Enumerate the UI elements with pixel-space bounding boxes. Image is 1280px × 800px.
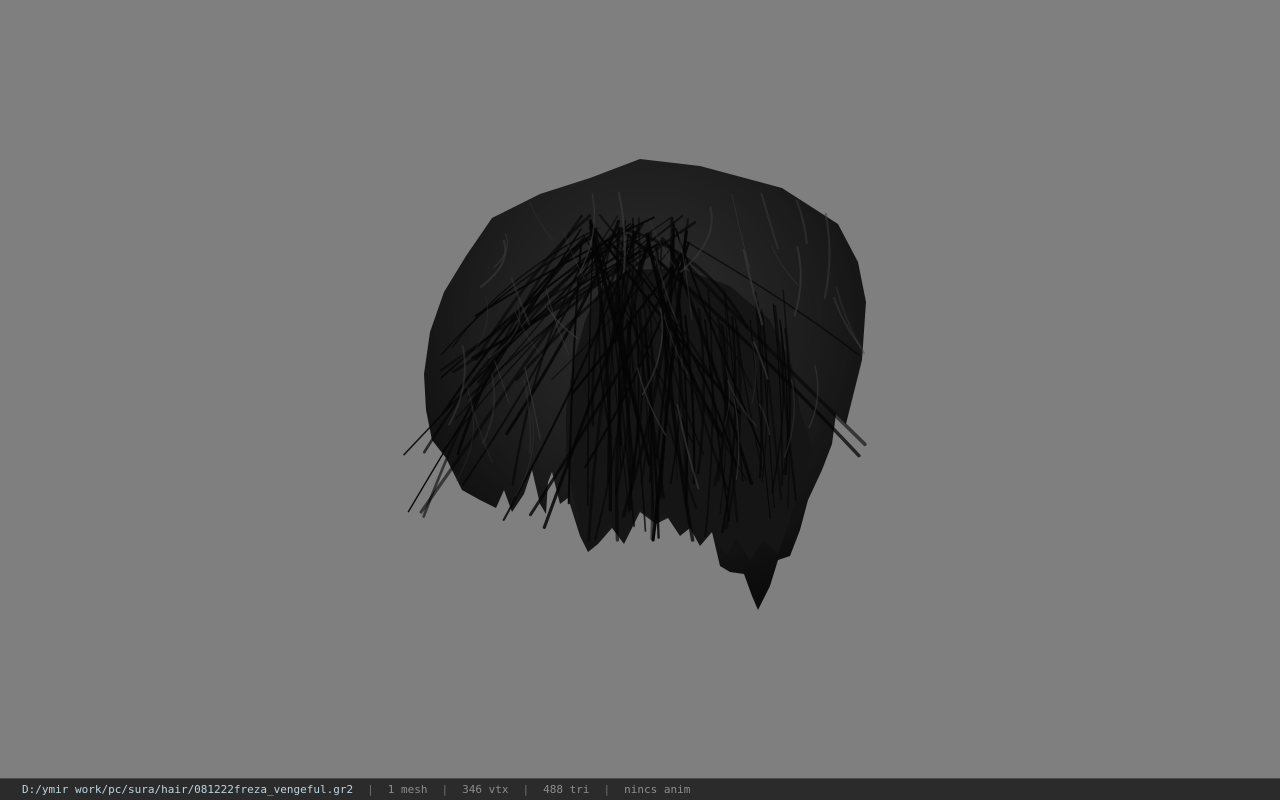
status-vertex-count: 346 vtx — [462, 783, 509, 796]
status-bar: D:/ymir work/pc/sura/hair/081222freza_ve… — [0, 778, 1280, 800]
status-separator: | — [441, 783, 449, 796]
hair-mesh-model[interactable] — [0, 0, 1280, 778]
status-separator: | — [603, 783, 611, 796]
3d-viewport[interactable] — [0, 0, 1280, 778]
status-separator: | — [367, 783, 374, 796]
status-anim-info: nincs anim — [624, 783, 691, 796]
status-mesh-count: 1 mesh — [387, 783, 428, 796]
status-file-path: D:/ymir work/pc/sura/hair/081222freza_ve… — [22, 783, 354, 796]
status-separator: | — [522, 783, 530, 796]
status-triangle-count: 488 tri — [543, 783, 590, 796]
